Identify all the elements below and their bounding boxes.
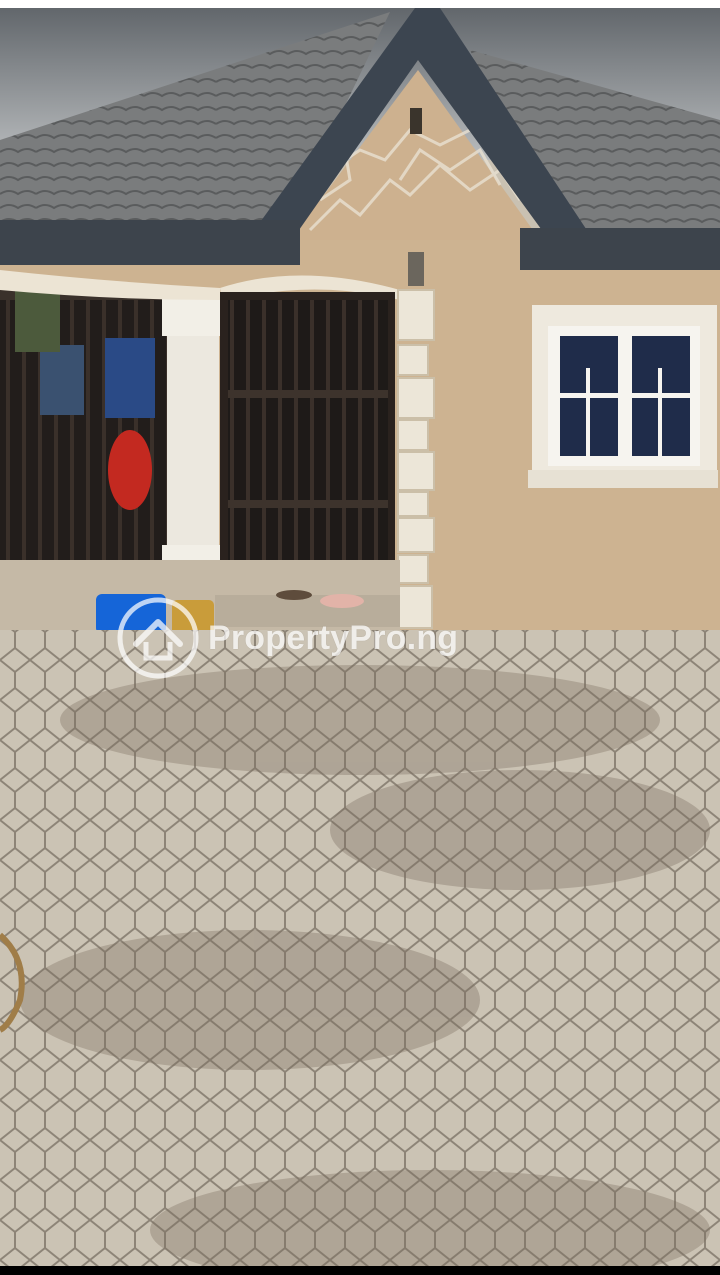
house-logo-icon bbox=[117, 597, 199, 679]
fascia-left bbox=[0, 220, 300, 265]
porch-column bbox=[167, 298, 219, 566]
red-container bbox=[108, 430, 152, 510]
watermark-text: PropertyPro.ng bbox=[208, 618, 459, 657]
fascia-right bbox=[520, 228, 720, 270]
property-photo: PropertyPro.ng bbox=[0, 0, 720, 1275]
watermark: PropertyPro.ng bbox=[116, 596, 458, 680]
